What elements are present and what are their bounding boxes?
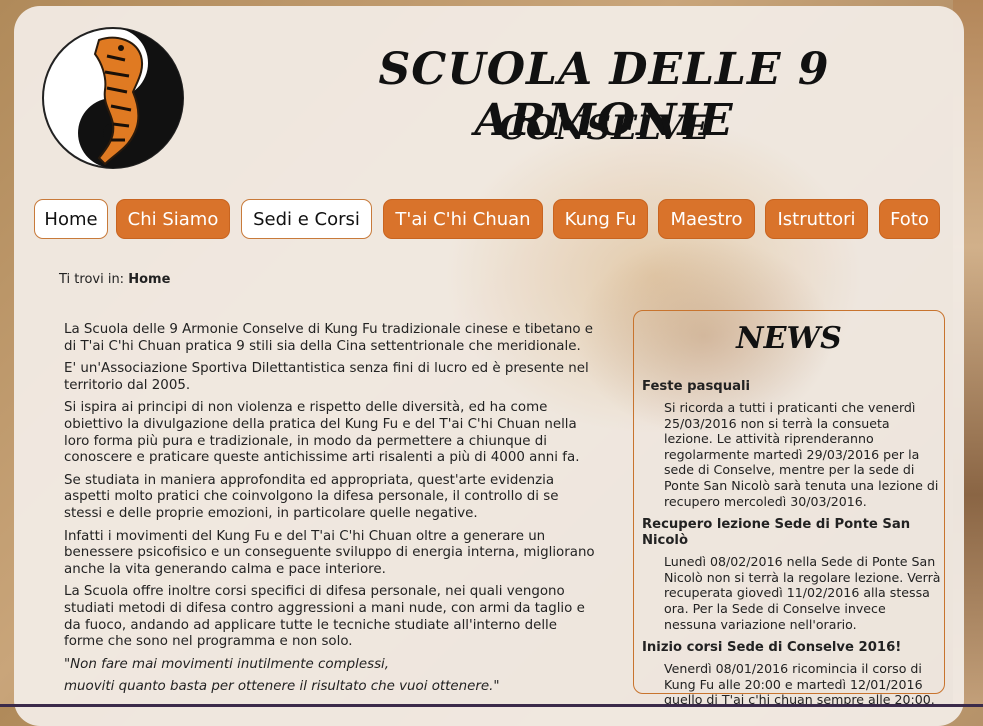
nav-sedi-e-corsi[interactable]: Sedi e Corsi [241,199,372,239]
news-item-text: Si ricorda a tutti i praticanti che vene… [664,400,939,509]
nav-foto[interactable]: Foto [879,199,940,239]
news-item-heading[interactable]: Feste pasquali [642,379,942,395]
yin-yang-tiger-logo-icon[interactable] [41,26,186,171]
intro-paragraph: La Scuola delle 9 Armonie Conselve di Ku… [64,322,594,354]
news-box: NEWS Feste pasquali Si ricorda a tutti i… [633,310,945,707]
quote-line-1: "Non fare mai movimenti inutilmente comp… [64,656,390,672]
nav-home[interactable]: Home [34,199,108,239]
self-defense-paragraph: La Scuola offre inoltre corsi specifici … [64,584,585,650]
breadcrumb-prefix: Ti trovi in: [59,272,125,287]
nav-istruttori[interactable]: Istruttori [765,199,868,239]
benefits-paragraph: Infatti i movimenti del Kung Fu e del T'… [64,528,595,577]
site-subtitle: CONSELVE [498,108,710,148]
association-paragraph: E' un'Associazione Sportiva Dilettantist… [64,361,589,393]
nav-maestro[interactable]: Maestro [658,199,755,239]
nav-tai-chi-chuan[interactable]: T'ai C'hi Chuan [383,199,543,239]
study-paragraph: Se studiata in maniera approfondita ed a… [64,472,559,521]
quote-line-2: muoviti quanto basta per ottenere il ris… [64,679,500,695]
news-title: NEWS [736,321,842,356]
content-panel: SCUOLA DELLE 9 ARMONIE CONSELVE Ti trovi… [14,6,964,726]
news-item-text: Venerdì 08/01/2016 ricomincia il corso d… [664,661,935,708]
main-content: La Scuola delle 9 Armonie Conselve di Ku… [64,322,599,702]
nav-kung-fu[interactable]: Kung Fu [553,199,648,239]
breadcrumb-current[interactable]: Home [128,272,170,287]
principles-paragraph: Si ispira ai principi di non violenza e … [64,400,580,466]
news-item: Feste pasquali Si ricorda a tutti i prat… [642,379,942,509]
news-list: Feste pasquali Si ricorda a tutti i prat… [642,379,942,716]
news-item-heading[interactable]: Inizio corsi Sede di Conselve 2016! [642,640,942,656]
news-item-heading[interactable]: Recupero lezione Sede di Ponte San Nicol… [642,517,942,549]
news-item: Recupero lezione Sede di Ponte San Nicol… [642,517,942,632]
nav-chi-siamo[interactable]: Chi Siamo [116,199,230,239]
news-item-text: Lunedì 08/02/2016 nella Sede di Ponte Sa… [664,554,941,632]
news-item: Inizio corsi Sede di Conselve 2016! Vene… [642,640,942,708]
breadcrumb: Ti trovi in: Home [59,272,170,287]
